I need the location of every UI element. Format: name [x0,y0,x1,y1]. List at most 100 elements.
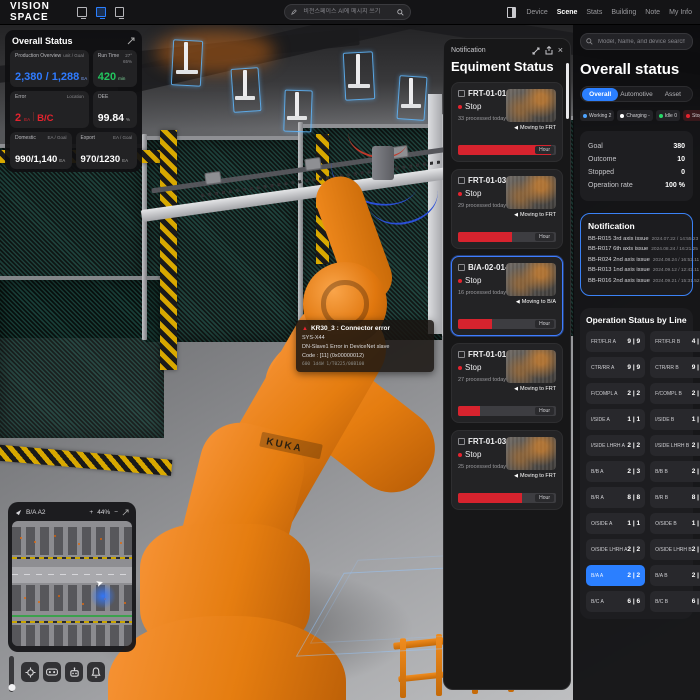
tab-asset[interactable]: Asset [655,88,691,101]
resize-icon[interactable] [532,47,540,55]
card-sublabel: unit / Goal [63,53,84,58]
expand-icon[interactable] [127,37,135,45]
error-hex-line: Code : [11] (0x00000012) [302,353,364,359]
line-cell[interactable]: B/R B8 | 8 [650,487,700,508]
hour-button[interactable]: Hour [535,146,554,154]
hour-button[interactable]: Hour [535,320,554,328]
line-cell[interactable]: B/A B2 | 2 [650,565,700,586]
vr-button[interactable] [43,662,61,682]
expand-icon[interactable] [122,509,129,516]
camera-thumbnail[interactable] [506,350,556,383]
line-cell[interactable]: B/B B2 | 3 [650,461,700,482]
equipment-card-selected[interactable]: B/A-02-01-A i Stop 16 processed today ◀ … [451,256,563,336]
idle-chip[interactable]: Idle 0 [655,110,681,121]
camera-thumbnail[interactable] [506,176,556,209]
menu-item-scene[interactable]: Scene [557,9,578,16]
line-cell[interactable]: CTR/RR B9 | 9 [650,357,700,378]
line-cell[interactable]: F/COMPL B2 | 2 [650,383,700,404]
hour-button[interactable]: Hour [535,494,554,502]
nav-cursor-icon [15,509,22,516]
device-search [580,33,693,50]
minimap-road [12,567,132,583]
equipment-card[interactable]: FRT-01-03-B i Stop 25 processed today ◀ … [451,430,563,510]
line-cell[interactable]: FRT/FLR A9 | 9 [586,331,646,352]
line-cell[interactable]: I/SIDE LHRH A2 | 2 [586,435,646,456]
line-cell[interactable]: O/SIDE B1 | 1 [650,513,700,534]
line-cell[interactable]: O/SIDE A1 | 1 [586,513,646,534]
search-icon [397,8,404,16]
slider-knob[interactable] [8,684,15,691]
line-cell[interactable]: FRT/FLR B4 | 4 [650,331,700,352]
charging-chip[interactable]: Charging - [617,110,653,121]
close-icon[interactable]: × [558,46,563,55]
locate-button[interactable] [21,662,39,682]
camera-thumbnail[interactable] [506,89,556,122]
checkbox[interactable] [458,177,465,184]
equipment-card[interactable]: FRT-01-01-B i Stop 27 processed today ◀ … [451,343,563,423]
notification-row[interactable]: BB-R017 6th axis issue 2024.08.24 / 16:21… [588,246,698,252]
rail-trolley [304,156,322,172]
working-chip[interactable]: Working 2 [580,110,615,121]
tab-overall[interactable]: Overall [582,87,619,101]
line-cell[interactable]: O/SIDE LHRH A2 | 2 [586,539,646,560]
line-cell[interactable]: B/R A8 | 8 [586,487,646,508]
rail-trolley [204,170,222,186]
checkbox[interactable] [458,90,465,97]
line-cell[interactable]: I/SIDE LHRH B2 | 2 [650,435,700,456]
summary-label: Goal [588,143,603,150]
equipment-card[interactable]: FRT-01-03-A i Stop 29 processed today ◀ … [451,169,563,249]
export-unit: EA [122,158,129,163]
minimap-map[interactable]: ➤ [12,521,132,646]
zoom-out-button[interactable]: − [114,509,118,516]
zoom-in-button[interactable]: + [89,509,93,516]
display-secondary-icon[interactable] [114,7,125,19]
menu-item-device[interactable]: Device [526,9,547,16]
scrollbar-thumb[interactable] [566,63,569,119]
summary-label: Outcome [588,156,617,163]
line-cell[interactable]: I/SIDE A1 | 1 [586,409,646,430]
device-search-input[interactable] [596,37,687,46]
line-cell[interactable]: CTR/RR A9 | 9 [586,357,646,378]
checkbox[interactable] [458,438,465,445]
notification-row[interactable]: BB-R015 3rd axis issue 2024.07.22 / 14:55… [588,236,698,242]
global-search-input[interactable] [301,8,394,16]
line-cell[interactable]: B/C B6 | 6 [650,591,700,612]
card-sublabel: EA / Goal [112,135,132,140]
checkbox[interactable] [458,351,465,358]
display-icon[interactable] [77,7,87,19]
menu-item-building[interactable]: Building [611,9,636,16]
stopped-chip[interactable]: Stopped 6 [683,110,700,121]
vertical-slider[interactable] [8,656,15,692]
display-active-icon[interactable] [95,7,106,19]
equipment-card[interactable]: FRT-01-01-A i Stop 33 processed today ◀ … [451,82,563,162]
summary-value: 380 [673,143,685,150]
panel-toggle-icon[interactable] [507,6,517,18]
camera-thumbnail[interactable] [506,437,556,470]
line-cell[interactable]: O/SIDE LHRH B2 | 2 [650,539,700,560]
line-cell[interactable]: I/SIDE B1 | 1 [650,409,700,430]
line-cell-active[interactable]: B/A A2 | 2 [586,565,646,586]
notification-row[interactable]: BB-R024 2nd axis issue 2024.08.24 / 16:52… [588,257,699,263]
nav-arrow-icon: ◀ [514,385,519,392]
menu-item-myinfo[interactable]: My Info [669,9,692,16]
hazard-floor-strip [0,444,173,476]
robot-button[interactable] [65,662,83,682]
notification-row[interactable]: BB-R016 2nd axis issue 2024.09.21 / 15:31… [588,278,700,284]
error-desc-line: DN-Slave1 Error in DeviceNet slave [302,344,390,350]
line-cell[interactable]: F/COMPL A2 | 2 [586,383,646,404]
hour-button[interactable]: Hour [535,407,554,415]
menu-item-note[interactable]: Note [645,9,660,16]
line-cell[interactable]: B/B A2 | 3 [586,461,646,482]
line-cell[interactable]: B/C A6 | 6 [586,591,646,612]
progress-fill [458,406,480,416]
menu-item-stats[interactable]: Stats [586,9,602,16]
charging-dot [620,113,625,118]
minimap-hazard-line [12,621,132,623]
checkbox[interactable] [458,264,465,271]
share-icon[interactable] [545,46,553,55]
tab-automotive[interactable]: Automotive [618,88,654,101]
notification-row[interactable]: BB-R013 1nd axis issue 2024.09.12 / 12:42… [588,267,699,273]
alerts-button[interactable] [87,662,105,682]
hour-button[interactable]: Hour [535,233,554,241]
camera-thumbnail[interactable] [506,263,556,296]
